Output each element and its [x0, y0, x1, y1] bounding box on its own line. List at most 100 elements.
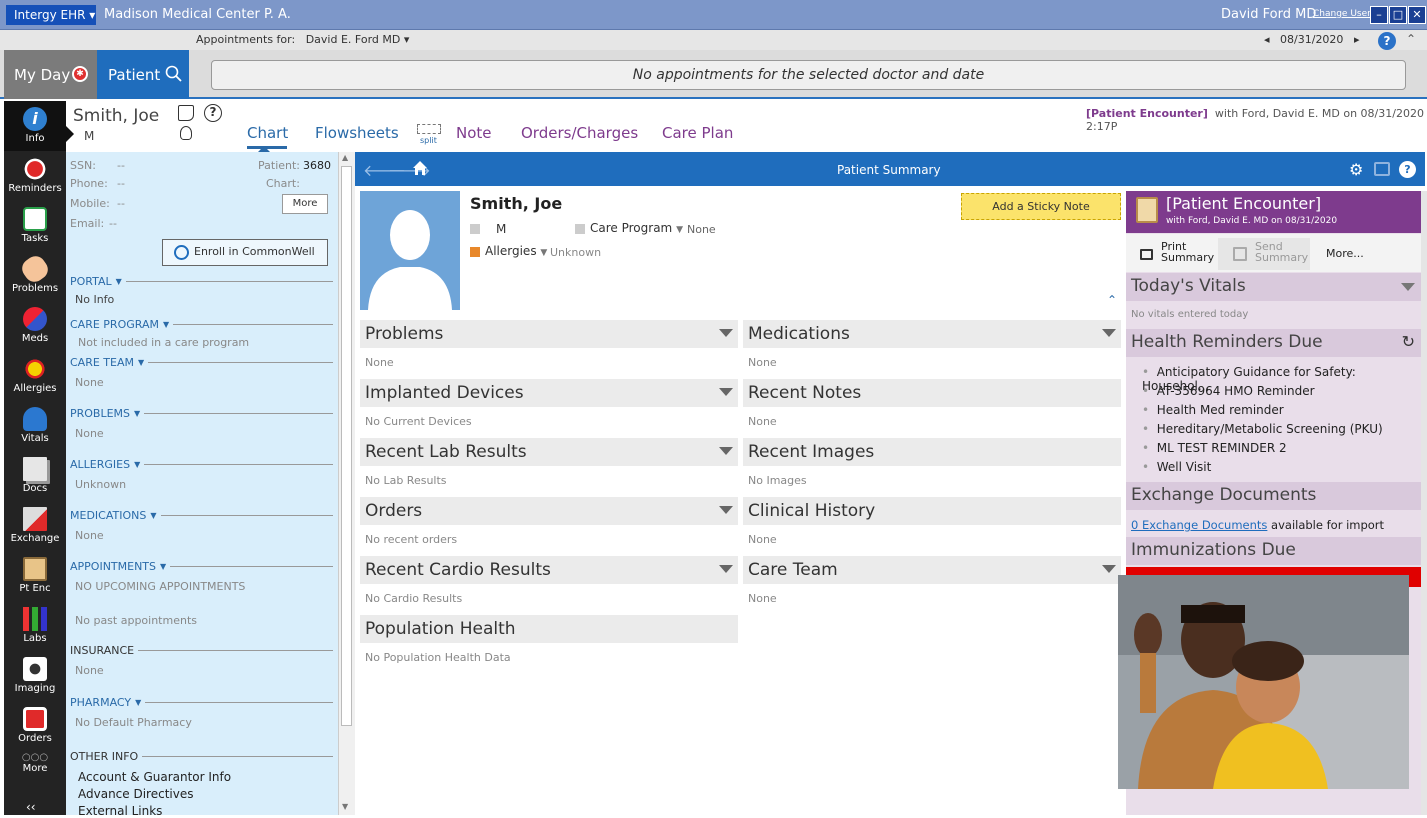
- collapse-rail-icon[interactable]: ‹‹: [26, 800, 36, 814]
- refresh-icon[interactable]: ↻: [1402, 332, 1415, 351]
- split-icon[interactable]: [417, 124, 441, 134]
- change-user-link[interactable]: Change User: [1313, 9, 1371, 19]
- rail-item-info[interactable]: i Info: [4, 101, 66, 151]
- section-header[interactable]: Implanted Devices: [360, 379, 738, 407]
- section-title[interactable]: MEDICATIONS: [70, 509, 146, 522]
- tab-note[interactable]: Note: [456, 124, 492, 142]
- section-header[interactable]: Recent Notes: [743, 379, 1121, 407]
- rail-item-labs[interactable]: Labs: [4, 607, 66, 644]
- encounter-info[interactable]: [Patient Encounter] with Ford, David E. …: [1086, 107, 1427, 133]
- tab-flowsheets[interactable]: Flowsheets: [315, 124, 399, 142]
- help-icon[interactable]: ?: [1399, 161, 1416, 178]
- print-summary-button[interactable]: Print Summary: [1132, 238, 1216, 270]
- section-title[interactable]: PORTAL: [70, 275, 112, 288]
- chevron-down-icon[interactable]: [719, 329, 733, 337]
- section-header[interactable]: Recent Images: [743, 438, 1121, 466]
- more-button[interactable]: More: [282, 194, 328, 214]
- section-header[interactable]: Recent Cardio Results: [360, 556, 738, 584]
- chevron-down-icon[interactable]: ▼: [135, 698, 141, 707]
- section-header[interactable]: Orders: [360, 497, 738, 525]
- list-item[interactable]: • Well Visit: [1142, 460, 1420, 479]
- scroll-up-icon[interactable]: ▲: [342, 153, 348, 162]
- chevron-down-icon[interactable]: [719, 565, 733, 573]
- section-header[interactable]: Recent Lab Results: [360, 438, 738, 466]
- tab-chart[interactable]: Chart: [247, 124, 288, 142]
- section-title[interactable]: ALLERGIES: [70, 458, 130, 471]
- section-title[interactable]: PROBLEMS: [70, 407, 130, 420]
- help-icon[interactable]: ?: [1378, 32, 1396, 50]
- link-account[interactable]: Account & Guarantor Info: [78, 770, 333, 784]
- care-program-dropdown[interactable]: Care Program ▼: [590, 221, 683, 235]
- section-header[interactable]: Problems: [360, 320, 738, 348]
- section-header[interactable]: Care Team: [743, 556, 1121, 584]
- link-advance-directives[interactable]: Advance Directives: [78, 787, 333, 801]
- question-icon[interactable]: ?: [204, 104, 222, 122]
- minimize-icon[interactable]: –: [1370, 6, 1388, 24]
- rail-item-docs[interactable]: Docs: [4, 457, 66, 494]
- video-call-overlay[interactable]: [1118, 575, 1409, 789]
- rail-item-imaging[interactable]: Imaging: [4, 657, 66, 694]
- link-external[interactable]: External Links: [78, 804, 333, 818]
- chevron-down-icon[interactable]: [1102, 329, 1116, 337]
- list-item[interactable]: • ML TEST REMINDER 2: [1142, 441, 1420, 460]
- chevron-down-icon[interactable]: ▼: [134, 409, 140, 418]
- chevron-down-icon[interactable]: ▼: [134, 460, 140, 469]
- section-title[interactable]: APPOINTMENTS: [70, 560, 156, 573]
- chevron-down-icon[interactable]: ▼: [138, 358, 144, 367]
- prev-date-icon[interactable]: ◂: [1264, 33, 1270, 46]
- scroll-down-icon[interactable]: ▼: [342, 802, 348, 811]
- chevron-down-icon[interactable]: ▾: [404, 33, 410, 46]
- chevron-down-icon[interactable]: [719, 388, 733, 396]
- rail-item-allergies[interactable]: Allergies: [4, 357, 66, 394]
- vitals-header[interactable]: Today's Vitals: [1126, 273, 1421, 301]
- rail-item-meds[interactable]: Meds: [4, 307, 66, 344]
- enroll-commonwell-button[interactable]: Enroll in CommonWell: [162, 239, 328, 266]
- collapse-icon[interactable]: ⌃: [1406, 32, 1416, 46]
- section-title[interactable]: CARE TEAM: [70, 356, 134, 369]
- more-actions-button[interactable]: More...: [1326, 247, 1364, 260]
- close-icon[interactable]: ✕: [1408, 6, 1426, 24]
- section-title[interactable]: CARE PROGRAM: [70, 318, 159, 331]
- rail-item-pt-enc[interactable]: Pt Enc: [4, 557, 66, 594]
- chevron-down-icon[interactable]: [1401, 283, 1415, 291]
- tab-orders-charges[interactable]: Orders/Charges: [521, 124, 638, 142]
- note-icon[interactable]: [178, 105, 194, 121]
- reminders-header[interactable]: Health Reminders Due ↻: [1126, 329, 1421, 357]
- rail-item-vitals[interactable]: Vitals: [4, 407, 66, 444]
- lightbulb-icon[interactable]: [180, 126, 192, 140]
- section-header[interactable]: Population Health: [360, 615, 738, 643]
- printer-icon[interactable]: [1374, 162, 1390, 176]
- right-scrollbar[interactable]: [1421, 191, 1427, 815]
- section-header[interactable]: Clinical History: [743, 497, 1121, 525]
- immunizations-header[interactable]: Immunizations Due: [1126, 537, 1421, 565]
- exchange-header[interactable]: Exchange Documents: [1126, 482, 1421, 510]
- send-summary-button[interactable]: Send Summary: [1218, 238, 1310, 270]
- chevron-down-icon[interactable]: [719, 506, 733, 514]
- chevron-down-icon[interactable]: [1102, 565, 1116, 573]
- info-scrollbar[interactable]: ▲ ▼: [338, 152, 355, 815]
- doctor-select[interactable]: David E. Ford MD: [306, 33, 401, 46]
- chevron-down-icon[interactable]: ▼: [150, 511, 156, 520]
- chevron-down-icon[interactable]: ▼: [116, 277, 122, 286]
- gear-icon[interactable]: ⚙: [1349, 160, 1363, 179]
- list-item[interactable]: • Hereditary/Metabolic Screening (PKU): [1142, 422, 1420, 441]
- chevron-down-icon[interactable]: ▼: [160, 562, 166, 571]
- next-date-icon[interactable]: ▸: [1354, 33, 1360, 46]
- home-icon[interactable]: [412, 160, 428, 176]
- exchange-link[interactable]: 0 Exchange Documents: [1131, 518, 1267, 532]
- tab-care-plan[interactable]: Care Plan: [662, 124, 733, 142]
- chevron-down-icon[interactable]: [719, 447, 733, 455]
- rail-item-problems[interactable]: Problems: [4, 252, 66, 294]
- list-item[interactable]: • Anticipatory Guidance for Safety: Hous…: [1142, 365, 1420, 393]
- scroll-thumb[interactable]: [341, 166, 352, 726]
- rail-item-more[interactable]: ○○○ More: [4, 752, 66, 774]
- app-menu-button[interactable]: Intergy EHR ▾: [6, 5, 96, 25]
- list-item[interactable]: • AT-356964 HMO Reminder: [1142, 384, 1420, 403]
- collapse-up-icon[interactable]: ⌃: [1107, 293, 1117, 307]
- section-header[interactable]: Medications: [743, 320, 1121, 348]
- add-sticky-note-button[interactable]: Add a Sticky Note: [961, 193, 1121, 220]
- maximize-icon[interactable]: □: [1389, 6, 1407, 24]
- allergies-dropdown[interactable]: Allergies ▼: [485, 244, 547, 258]
- chevron-down-icon[interactable]: ▼: [163, 320, 169, 329]
- date-picker[interactable]: ◂ 08/31/2020 ▸: [1264, 33, 1359, 46]
